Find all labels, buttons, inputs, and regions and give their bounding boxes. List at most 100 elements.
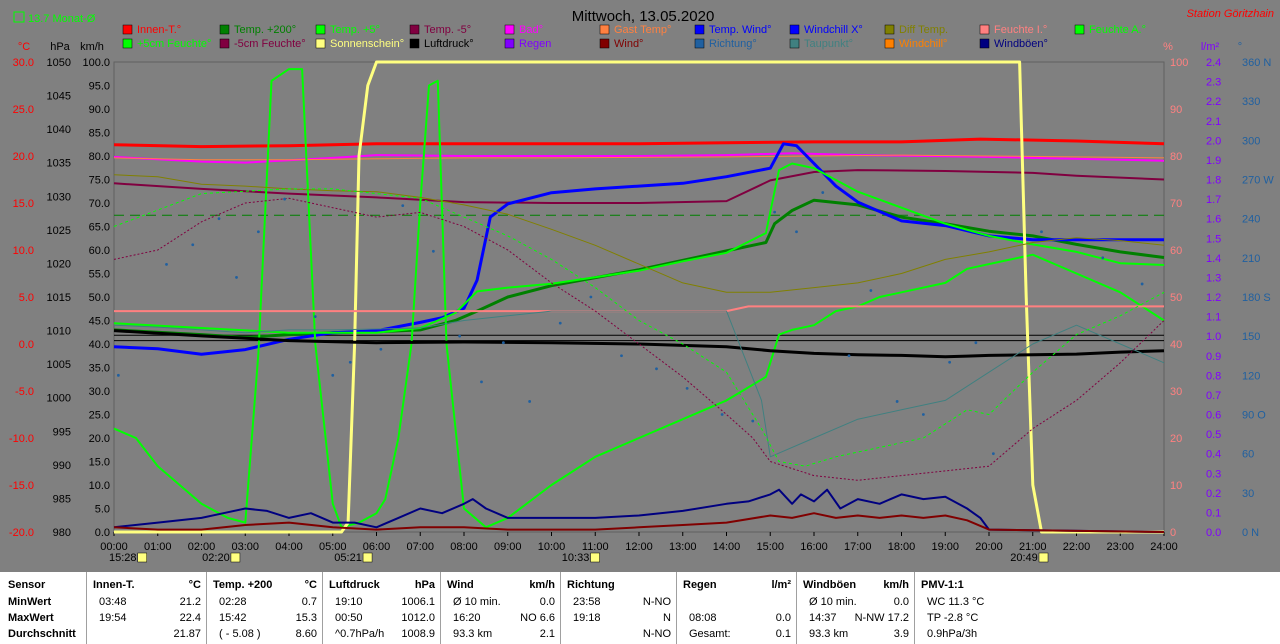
stats-cell-value: 0.0: [539, 596, 555, 608]
series-innen-t: [113, 137, 1165, 149]
wind-direction-dot: [720, 413, 724, 416]
stats-cell-value: 0.0: [893, 596, 909, 608]
wind-direction-dot: [821, 191, 825, 194]
pressure-tick-label: 995: [53, 426, 71, 438]
series-windb-en: [113, 488, 1165, 533]
pressure-unit-label: hPa: [50, 41, 70, 53]
wind-tick-label: 60.0: [89, 245, 110, 257]
stats-cell-value: 1006.1: [401, 596, 435, 608]
series-sonnenschein: [114, 60, 1164, 534]
x-tick-label: 14:00: [713, 541, 741, 553]
temp-tick-label: 25.0: [13, 104, 34, 116]
legend-label: Temp. +200°: [234, 24, 296, 36]
chart-legend: Innen-T.° Temp. +200° Temp. +5° Temp. -5° Ba…: [122, 24, 1146, 50]
legend-label: Richtung°: [709, 38, 757, 50]
humidity-tick-label: 60: [1170, 245, 1182, 257]
stats-column-name: Richtung: [567, 579, 615, 591]
rain-tick-label: 1.4: [1206, 253, 1221, 265]
series-feuchte-a: [113, 68, 1165, 529]
humidity-tick-label: 50: [1170, 292, 1182, 304]
stats-cell-value: 22.4: [179, 612, 201, 624]
stats-column: Regen l/m² 08:08 0.0 Gesamt: 0.1: [676, 572, 797, 644]
wind-direction-dot: [165, 262, 168, 266]
rain-unit-label: l/m²: [1201, 41, 1220, 53]
stats-column-unit: hPa: [414, 579, 435, 591]
month-avg-label: 13.7 Monat-Ø: [28, 13, 96, 25]
rain-tick-label: 0.9: [1206, 351, 1221, 363]
x-tick-label: 20:00: [975, 541, 1003, 553]
humidity-tick-label: 20: [1170, 433, 1182, 445]
stats-cell-value: 1008.9: [401, 628, 435, 640]
humidity-tick-label: 0: [1170, 527, 1176, 539]
legend-swatch: [219, 38, 230, 49]
stats-column: Wind km/h Ø 10 min. 0.0 16:20 NO 6.6 93.3 km 2.…: [440, 572, 561, 644]
wind-direction-dot: [528, 400, 532, 403]
chart-title: Mittwoch, 13.05.2020: [572, 8, 715, 25]
temp-unit-label: °C: [18, 41, 30, 53]
x-tick-label: 03:00: [231, 541, 259, 553]
stats-column-unit: °C: [304, 579, 317, 591]
x-tick-label: 07:00: [406, 541, 434, 553]
stats-row-label: MaxWert: [8, 612, 54, 624]
pressure-tick-label: 1010: [47, 326, 71, 338]
legend-swatch: [122, 24, 133, 35]
legend-swatch: [694, 24, 705, 35]
legend-label: Windböen°: [994, 38, 1048, 50]
wind-tick-label: 30.0: [89, 386, 110, 398]
weather-chart: 00:00 01:00 02:00 03:00 04:00 05:00 06:00 07:00…: [9, 8, 1274, 564]
wind-direction-dot: [1040, 230, 1043, 234]
series-feuchte-i: [114, 305, 1164, 313]
temp-tick-label: -20.0: [9, 527, 34, 539]
temp-tick-label: 20.0: [13, 151, 34, 163]
wind-direction-dot: [458, 334, 462, 338]
legend-label: Wind°: [614, 38, 643, 50]
rain-tick-label: 1.1: [1206, 312, 1221, 324]
stats-cell-value: 1012.0: [401, 612, 435, 624]
stats-column: Luftdruck hPa 19:10 1006.1 00:50 1012.0 ^0.7hP…: [322, 572, 441, 644]
sun-marker-icon: [1038, 552, 1049, 563]
wind-tick-label: 55.0: [89, 269, 110, 281]
wind-direction-dot: [847, 354, 851, 358]
stats-cell-value: N-NO: [642, 596, 671, 608]
sun-markers: 15:28 02:20 05:21 10:33 20:49: [109, 552, 1049, 564]
wind-direction-dot: [655, 367, 658, 371]
temp-tick-label: 10.0: [13, 245, 34, 257]
temp-tick-label: 0.0: [19, 339, 34, 351]
x-tick-label: 19:00: [931, 541, 959, 553]
rain-tick-label: 1.6: [1206, 214, 1221, 226]
stats-column-unit: km/h: [529, 579, 555, 591]
rain-tick-label: 0.4: [1206, 449, 1221, 461]
x-tick-label: 18:00: [888, 541, 916, 553]
wind-direction-dot: [283, 197, 287, 201]
wind-direction-dot: [773, 210, 777, 214]
rain-tick-label: 2.4: [1206, 57, 1221, 69]
direction-tick-label: 210: [1242, 253, 1260, 265]
legend-label: Windchill X°: [804, 24, 863, 36]
sun-marker-label: 15:28: [109, 552, 137, 564]
stats-cell-value: N-NW 17.2: [854, 612, 909, 624]
pressure-tick-label: 1000: [47, 393, 71, 405]
rain-tick-label: 0.6: [1206, 410, 1221, 422]
legend-swatch: [315, 24, 326, 35]
stats-row-label: Sensor: [8, 579, 46, 591]
wind-direction-dot: [313, 315, 317, 318]
legend-swatch: [694, 38, 705, 49]
wind-tick-label: 15.0: [89, 457, 110, 469]
stats-cell-value: NO 6.6: [520, 612, 555, 624]
plot-frame: [113, 61, 1165, 533]
sun-marker-label: 02:20: [202, 552, 230, 564]
legend-label: Bad°: [519, 24, 543, 36]
stats-cell-value: 15.3: [295, 612, 317, 624]
stats-cell-value: N: [663, 612, 671, 624]
x-tick-label: 22:00: [1063, 541, 1091, 553]
humidity-unit-label: %: [1163, 41, 1173, 53]
legend-swatch: [409, 24, 420, 35]
direction-unit-label: °: [1238, 41, 1242, 53]
rain-tick-label: 0.1: [1206, 507, 1221, 519]
wind-tick-label: 80.0: [89, 151, 110, 163]
stats-cell-value: N-NO: [642, 628, 671, 640]
rain-tick-label: 1.7: [1206, 194, 1221, 206]
wind-direction-dot: [620, 354, 623, 358]
x-tick-label: 17:00: [844, 541, 872, 553]
legend-label: +5cm Feuchte°: [137, 38, 211, 50]
